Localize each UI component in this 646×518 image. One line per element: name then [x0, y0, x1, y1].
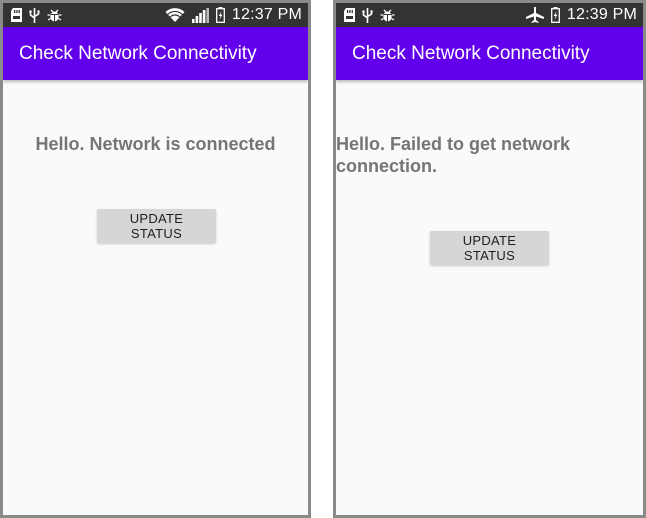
airplane-mode-icon [525, 7, 544, 23]
clock: 12:39 PM [566, 6, 637, 23]
update-status-button[interactable]: UPDATE STATUS [430, 231, 549, 265]
app-title: Check Network Connectivity [19, 42, 257, 64]
phone-screen-connected: 12:37 PM Check Network Connectivity Hell… [0, 0, 311, 518]
status-system: 12:39 PM [525, 6, 637, 24]
sd-card-icon [11, 8, 22, 22]
battery-charging-icon [215, 7, 225, 23]
update-status-button[interactable]: UPDATE STATUS [97, 209, 216, 243]
sd-card-icon [344, 8, 355, 22]
network-status-message: Hello. Network is connected [35, 134, 276, 154]
battery-charging-icon [550, 7, 560, 23]
status-system: 12:37 PM [165, 6, 302, 24]
status-notifications [11, 7, 62, 23]
status-notifications [344, 7, 395, 23]
phone-screen-disconnected: 12:39 PM Check Network Connectivity Hell… [333, 0, 646, 518]
status-bar: 12:37 PM [3, 3, 308, 27]
signal-icon [191, 7, 209, 23]
network-status-message: Hello. Failed to get network connection. [336, 134, 571, 176]
usb-icon [362, 7, 373, 23]
comparison-view: 12:37 PM Check Network Connectivity Hell… [0, 0, 646, 518]
wifi-icon [165, 7, 185, 23]
app-bar: Check Network Connectivity [336, 27, 643, 80]
app-title: Check Network Connectivity [352, 42, 590, 64]
clock: 12:37 PM [231, 6, 302, 23]
debug-icon [47, 8, 62, 22]
usb-icon [29, 7, 40, 23]
app-bar: Check Network Connectivity [3, 27, 308, 80]
status-bar: 12:39 PM [336, 3, 643, 27]
debug-icon [380, 8, 395, 22]
